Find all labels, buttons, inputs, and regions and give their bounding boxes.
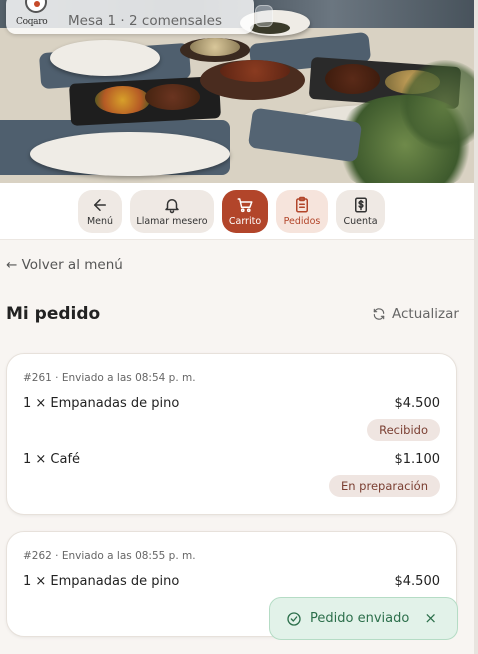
page-title: Mi pedido <box>6 304 101 324</box>
status-badge: En preparación <box>328 475 440 497</box>
arrow-left-icon <box>94 199 106 211</box>
order-item-row: 1 × Café $1.100 <box>23 452 440 467</box>
nav-bill-button[interactable]: Cuenta <box>336 190 385 233</box>
order-meta: #261 · Enviado a las 08:54 p. m. <box>23 372 196 384</box>
order-item-desc: 1 × Empanadas de pino <box>23 574 180 589</box>
order-item-row: 1 × Empanadas de pino $4.500 <box>23 396 440 411</box>
bell-icon <box>165 199 179 214</box>
status-badge: Recibido <box>367 419 440 441</box>
back-to-menu-link[interactable]: ← Volver al menú <box>6 257 123 273</box>
check-circle-icon <box>287 611 301 626</box>
order-card: #261 · Enviado a las 08:54 p. m. 1 × Emp… <box>6 353 457 515</box>
nav-call-waiter-label: Llamar mesero <box>136 216 208 227</box>
cart-icon <box>237 198 253 213</box>
refresh-label: Actualizar <box>392 306 459 322</box>
order-item-price: $4.500 <box>394 396 441 411</box>
nav-orders-button[interactable]: Pedidos <box>276 190 328 233</box>
order-item-price: $4.500 <box>394 574 441 589</box>
dollar-receipt-icon <box>354 197 367 213</box>
action-nav-bar: Menú Llamar mesero Carrito Pedidos Cuent… <box>0 183 474 240</box>
nav-menu-label: Menú <box>86 216 114 227</box>
order-sent-toast: Pedido enviado × <box>269 597 458 640</box>
order-item-desc: 1 × Café <box>23 452 81 467</box>
clipboard-icon <box>296 196 308 213</box>
logo-text: Coqaro <box>16 17 48 27</box>
nav-bill-label: Cuenta <box>343 216 378 227</box>
restaurant-logo: Coqaro <box>16 0 54 33</box>
refresh-icon <box>373 308 385 320</box>
table-info: Mesa 1 · 2 comensales <box>68 13 222 29</box>
order-meta: #262 · Enviado a las 08:55 p. m. <box>23 550 196 562</box>
toast-message: Pedido enviado <box>310 611 410 626</box>
order-item-price: $1.100 <box>394 452 441 467</box>
order-item-row: 1 × Empanadas de pino $4.500 <box>23 574 440 589</box>
table-header-card: Coqaro Mesa 1 · 2 comensales <box>6 0 254 34</box>
scrollbar[interactable] <box>474 0 478 654</box>
refresh-button[interactable]: Actualizar <box>372 306 459 322</box>
nav-call-waiter-button[interactable]: Llamar mesero <box>130 190 214 233</box>
nav-menu-button[interactable]: Menú <box>78 190 122 233</box>
nav-orders-label: Pedidos <box>283 216 321 227</box>
toast-close-button[interactable]: × <box>424 609 437 627</box>
order-item-desc: 1 × Empanadas de pino <box>23 396 180 411</box>
nav-cart-button[interactable]: Carrito <box>222 190 268 233</box>
nav-cart-label: Carrito <box>228 216 262 227</box>
